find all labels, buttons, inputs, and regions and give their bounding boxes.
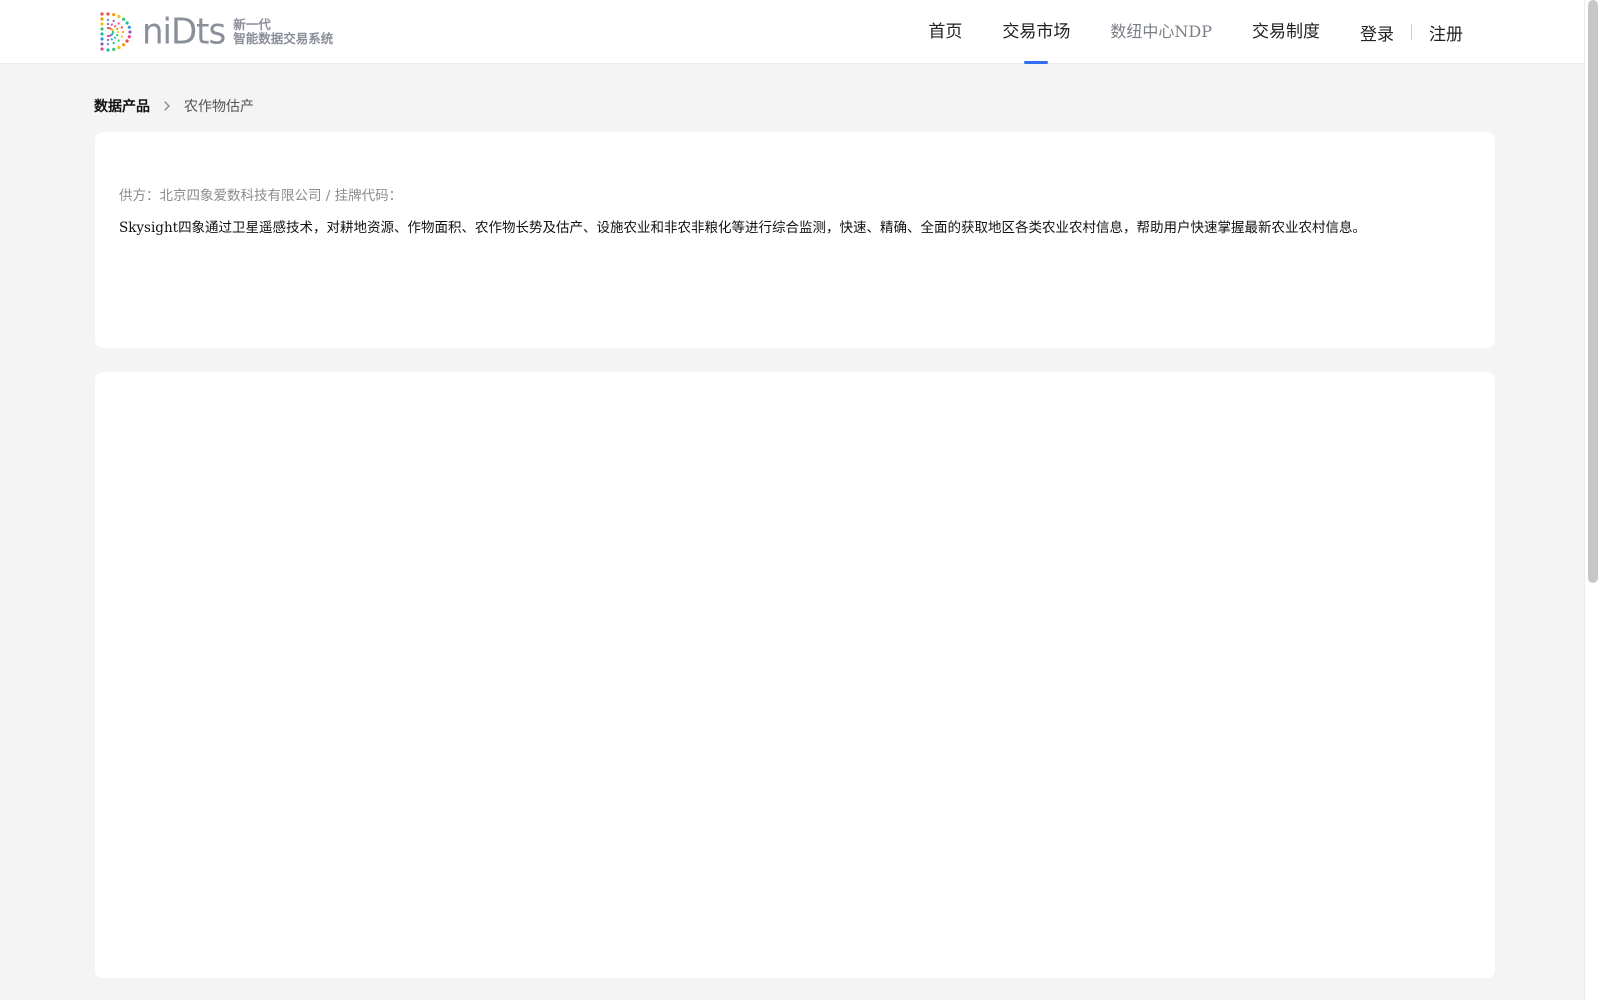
nav-item-ndp[interactable]: 数纽中心NDP	[1110, 0, 1212, 64]
supplier-line: 供方：北京四象爱数科技有限公司 / 挂牌代码：	[119, 188, 403, 204]
auth-links: 登录 注册	[1360, 0, 1463, 64]
breadcrumb-root[interactable]: 数据产品	[94, 96, 150, 116]
logo-d-mark-icon	[100, 12, 132, 52]
logo-tagline-line1: 新一代	[233, 17, 271, 32]
product-info-card: 供方：北京四象爱数科技有限公司 / 挂牌代码： Skysight四象通过卫星遥感…	[95, 132, 1495, 348]
logo[interactable]: niDts 新一代 智能数据交易系统	[94, 10, 333, 54]
nav-item-home[interactable]: 首页	[928, 0, 962, 64]
login-link[interactable]: 登录	[1360, 20, 1394, 45]
nav-item-market[interactable]: 交易市场	[1002, 0, 1070, 64]
register-link[interactable]: 注册	[1429, 20, 1463, 45]
logo-wordmark: niDts	[142, 11, 226, 54]
breadcrumb: 数据产品 农作物估产	[94, 94, 254, 118]
nav-item-rules[interactable]: 交易制度	[1252, 0, 1320, 64]
product-description: Skysight四象通过卫星遥感技术，对耕地资源、作物面积、农作物长势及估产、设…	[119, 220, 1367, 236]
product-detail-panel	[95, 372, 1495, 978]
main-nav: 首页 交易市场 数纽中心NDP 交易制度 登录 注册	[888, 0, 1463, 64]
chevron-right-icon	[164, 101, 170, 111]
logo-tagline-line2: 智能数据交易系统	[233, 31, 334, 46]
logo-tagline: 新一代 智能数据交易系统	[233, 18, 333, 46]
auth-divider	[1411, 24, 1412, 40]
page-scrollbar[interactable]	[1584, 0, 1600, 1000]
top-header: niDts 新一代 智能数据交易系统 首页 交易市场 数纽中心NDP 交易制度 …	[0, 0, 1584, 64]
breadcrumb-current: 农作物估产	[184, 99, 254, 115]
scrollbar-thumb[interactable]	[1588, 0, 1598, 583]
